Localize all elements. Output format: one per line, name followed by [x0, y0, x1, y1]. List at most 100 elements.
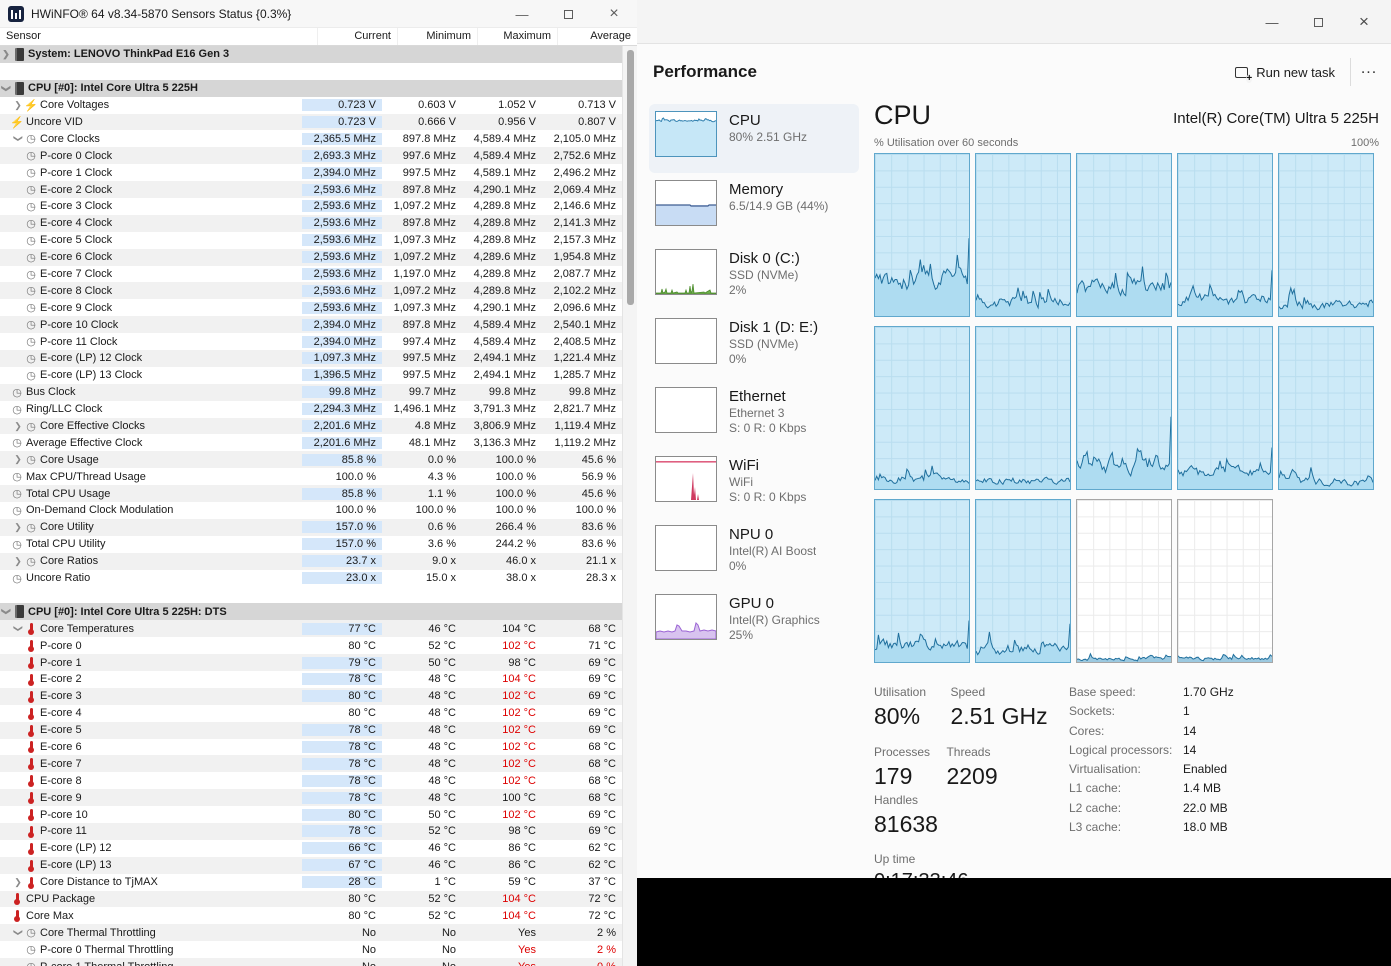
core-graph-11[interactable] — [975, 499, 1071, 663]
sensor-row[interactable]: ❯ ◷ Core Clocks 2,365.5 MHz 897.8 MHz 4,589.4… — [0, 130, 622, 148]
sensor-row[interactable]: ❯ ◷ Core Utility 157.0 % 0.6 % 266.4 % 83.6 % — [0, 518, 622, 536]
core-graph-8[interactable] — [1177, 326, 1273, 490]
sensor-row[interactable]: ◷ E-core 4 Clock 2,593.6 MHz 897.8 MHz 4,289… — [0, 214, 622, 232]
section-header-row[interactable]: ❯ CPU [#0]: Intel Core Ultra 5 225H — [0, 79, 622, 97]
sensor-row[interactable]: ◷ Total CPU Utility 157.0 % 3.6 % 244.2 % 83.… — [0, 535, 622, 553]
core-graph-12-parked[interactable] — [1076, 499, 1172, 663]
expander-chevron[interactable]: ❯ — [13, 133, 24, 145]
sensor-row[interactable]: ❯ Core Distance to TjMAX 28 °C 1 °C 59 °C 37 … — [0, 873, 622, 891]
sensor-row[interactable]: E-core 9 78 °C 48 °C 100 °C 68 °C — [0, 789, 622, 807]
sensor-row[interactable]: ◷ E-core 5 Clock 2,593.6 MHz 1,097.3 MHz 4,2… — [0, 231, 622, 249]
sensor-row[interactable]: ◷ E-core 3 Clock 2,593.6 MHz 1,097.2 MHz 4,2… — [0, 198, 622, 215]
sensor-row[interactable]: E-core 8 78 °C 48 °C 102 °C 68 °C — [0, 772, 622, 790]
hwinfo-titlebar[interactable]: HWiNFO® 64 v8.34-5870 Sensors Status {0.… — [0, 0, 637, 28]
sensor-row[interactable]: Core Max 80 °C 52 °C 104 °C 72 °C — [0, 907, 622, 925]
tm-minimize-button[interactable]: — — [1249, 0, 1295, 44]
sensor-row[interactable]: E-core 5 78 °C 48 °C 102 °C 69 °C — [0, 721, 622, 739]
sensor-row[interactable]: E-core 6 78 °C 48 °C 102 °C 68 °C — [0, 738, 622, 756]
sensor-row[interactable]: P-core 10 80 °C 50 °C 102 °C 69 °C — [0, 806, 622, 823]
expander-chevron[interactable]: ❯ — [12, 454, 24, 465]
sidebar-item-wifi[interactable]: WiFi WiFi S: 0 R: 0 Kbps — [649, 449, 859, 518]
sensor-row[interactable]: ⚡ Uncore VID 0.723 V 0.666 V 0.956 V 0.807 V — [0, 113, 622, 131]
core-graph-9[interactable] — [1278, 326, 1374, 490]
sensor-row[interactable]: ◷ P-core 10 Clock 2,394.0 MHz 897.8 MHz 4,58… — [0, 316, 622, 334]
sensor-row[interactable]: ◷ E-core 9 Clock 2,593.6 MHz 1,097.3 MHz 4,2… — [0, 299, 622, 317]
sensor-row[interactable]: E-core (LP) 12 66 °C 46 °C 86 °C 62 °C — [0, 839, 622, 857]
expander-chevron[interactable]: ❯ — [12, 877, 24, 888]
sidebar-item-disk-0-c[interactable]: Disk 0 (C:) SSD (NVMe) 2% — [649, 242, 859, 311]
section-header-row[interactable]: ❯ System: LENOVO ThinkPad E16 Gen 3 — [0, 46, 622, 63]
core-graph-4[interactable] — [1278, 153, 1374, 317]
hwinfo-maximize-button[interactable] — [545, 0, 591, 28]
sensor-row[interactable]: E-core 4 80 °C 48 °C 102 °C 69 °C — [0, 704, 622, 722]
sensor-row[interactable]: ◷ E-core (LP) 12 Clock 1,097.3 MHz 997.5 MH… — [0, 350, 622, 367]
sidebar-item-ethernet[interactable]: Ethernet Ethernet 3 S: 0 R: 0 Kbps — [649, 380, 859, 449]
core-graph-7[interactable] — [1076, 326, 1172, 490]
hwinfo-minimize-button[interactable]: — — [499, 0, 545, 28]
sensor-row[interactable]: E-core 7 78 °C 48 °C 102 °C 68 °C — [0, 755, 622, 773]
column-minimum[interactable]: Minimum — [397, 28, 477, 45]
sensor-row[interactable]: ◷ P-core 11 Clock 2,394.0 MHz 997.4 MHz 4,58… — [0, 333, 622, 351]
sensor-row[interactable]: ❯ ⚡ Core Voltages 0.723 V 0.603 V 1.052 V 0.71… — [0, 96, 622, 114]
tm-close-button[interactable]: × — [1341, 0, 1387, 44]
core-graph-0[interactable] — [874, 153, 970, 317]
sensor-row[interactable]: ◷ Max CPU/Thread Usage 100.0 % 4.3 % 100.0 %… — [0, 468, 622, 486]
sensor-row[interactable]: ❯ ◷ Core Usage 85.8 % 0.0 % 100.0 % 45.6 % — [0, 451, 622, 469]
expander-chevron[interactable]: ❯ — [1, 82, 12, 94]
sensor-row[interactable]: ◷ P-core 1 Clock 2,394.0 MHz 997.5 MHz 4,589… — [0, 164, 622, 182]
sensor-row[interactable]: E-core (LP) 13 67 °C 46 °C 86 °C 62 °C — [0, 856, 622, 874]
sensor-row[interactable]: ◷ E-core 6 Clock 2,593.6 MHz 1,097.2 MHz 4,2… — [0, 248, 622, 266]
sidebar-item-cpu[interactable]: CPU 80% 2.51 GHz — [649, 104, 859, 173]
expander-chevron[interactable]: ❯ — [13, 927, 24, 939]
sensor-row[interactable]: ◷ Ring/LLC Clock 2,294.3 MHz 1,496.1 MHz 3,7… — [0, 400, 622, 418]
sidebar-item-npu-0[interactable]: NPU 0 Intel(R) AI Boost 0% — [649, 518, 859, 587]
sensor-row[interactable]: ❯ ◷ Core Thermal Throttling No No Yes 2 % — [0, 924, 622, 942]
core-graph-3[interactable] — [1177, 153, 1273, 317]
sensor-row[interactable]: ◷ Average Effective Clock 2,201.6 MHz 48.1 … — [0, 434, 622, 452]
tm-maximize-button[interactable] — [1295, 0, 1341, 44]
sensor-row[interactable]: ◷ E-core 2 Clock 2,593.6 MHz 897.8 MHz 4,290… — [0, 181, 622, 199]
sensor-row[interactable]: E-core 3 80 °C 48 °C 102 °C 69 °C — [0, 687, 622, 705]
sensor-row[interactable]: ◷ P-core 0 Clock 2,693.3 MHz 997.6 MHz 4,589… — [0, 147, 622, 165]
sensor-row[interactable]: P-core 0 80 °C 52 °C 102 °C 71 °C — [0, 637, 622, 655]
expander-chevron[interactable]: ❯ — [12, 522, 24, 533]
task-manager-titlebar[interactable]: — × — [637, 0, 1391, 44]
core-graph-5[interactable] — [874, 326, 970, 490]
sensor-row[interactable]: ◷ E-core (LP) 13 Clock 1,396.5 MHz 997.5 MH… — [0, 366, 622, 384]
column-sensor[interactable]: Sensor — [0, 28, 317, 45]
core-graph-6[interactable] — [975, 326, 1071, 490]
sensor-row[interactable]: ◷ E-core 8 Clock 2,593.6 MHz 1,097.2 MHz 4,2… — [0, 282, 622, 300]
sidebar-item-memory[interactable]: Memory 6.5/14.9 GB (44%) — [649, 173, 859, 242]
sensor-row[interactable]: ❯ ◷ Core Effective Clocks 2,201.6 MHz 4.8 MH… — [0, 417, 622, 435]
column-maximum[interactable]: Maximum — [477, 28, 557, 45]
sidebar-item-disk-1-d-e[interactable]: Disk 1 (D: E:) SSD (NVMe) 0% — [649, 311, 859, 380]
sensor-row[interactable]: E-core 2 78 °C 48 °C 104 °C 69 °C — [0, 670, 622, 688]
core-graph-10[interactable] — [874, 499, 970, 663]
expander-chevron[interactable]: ❯ — [12, 421, 24, 432]
sensor-row[interactable]: CPU Package 80 °C 52 °C 104 °C 72 °C — [0, 890, 622, 908]
sidebar-item-gpu-0[interactable]: GPU 0 Intel(R) Graphics 25% — [649, 587, 859, 656]
sensor-row[interactable]: ◷P-core 1 Thermal ThrottlingNoNoYes0 % — [0, 958, 622, 966]
sensor-row[interactable]: ◷ E-core 7 Clock 2,593.6 MHz 1,197.0 MHz 4,2… — [0, 265, 622, 283]
expander-chevron[interactable]: ❯ — [13, 623, 24, 635]
column-average[interactable]: Average — [557, 28, 637, 45]
expander-chevron[interactable]: ❯ — [0, 49, 12, 60]
core-graph-13-parked[interactable] — [1177, 499, 1273, 663]
hwinfo-scrollbar-thumb[interactable] — [627, 50, 634, 305]
sensor-row[interactable]: ◷ Uncore Ratio 23.0 x 15.0 x 38.0 x 28.3 x — [0, 569, 622, 587]
expander-chevron[interactable]: ❯ — [12, 100, 24, 111]
core-graph-1[interactable] — [975, 153, 1071, 317]
sensor-row[interactable]: ❯ Core Temperatures 77 °C 46 °C 104 °C 68 °C — [0, 620, 622, 638]
sensor-row[interactable]: ◷ On-Demand Clock Modulation 100.0 % 100.0 … — [0, 502, 622, 519]
hwinfo-close-button[interactable]: × — [591, 0, 637, 28]
sensor-row[interactable]: ◷ Total CPU Usage 85.8 % 1.1 % 100.0 % 45.6 % — [0, 485, 622, 503]
more-options-button[interactable]: ... — [1355, 56, 1383, 86]
sensor-row[interactable]: P-core 11 78 °C 52 °C 98 °C 69 °C — [0, 822, 622, 840]
hwinfo-scrollbar[interactable] — [622, 46, 637, 966]
expander-chevron[interactable]: ❯ — [1, 606, 12, 618]
sensor-row[interactable]: ◷ P-core 0 Thermal Throttling No No Yes 2 % — [0, 941, 622, 959]
expander-chevron[interactable]: ❯ — [12, 556, 24, 567]
run-new-task-button[interactable]: Run new task — [1225, 57, 1345, 87]
column-current[interactable]: Current — [317, 28, 397, 45]
sensor-row[interactable]: ❯ ◷ Core Ratios 23.7 x 9.0 x 46.0 x 21.1 x — [0, 552, 622, 570]
